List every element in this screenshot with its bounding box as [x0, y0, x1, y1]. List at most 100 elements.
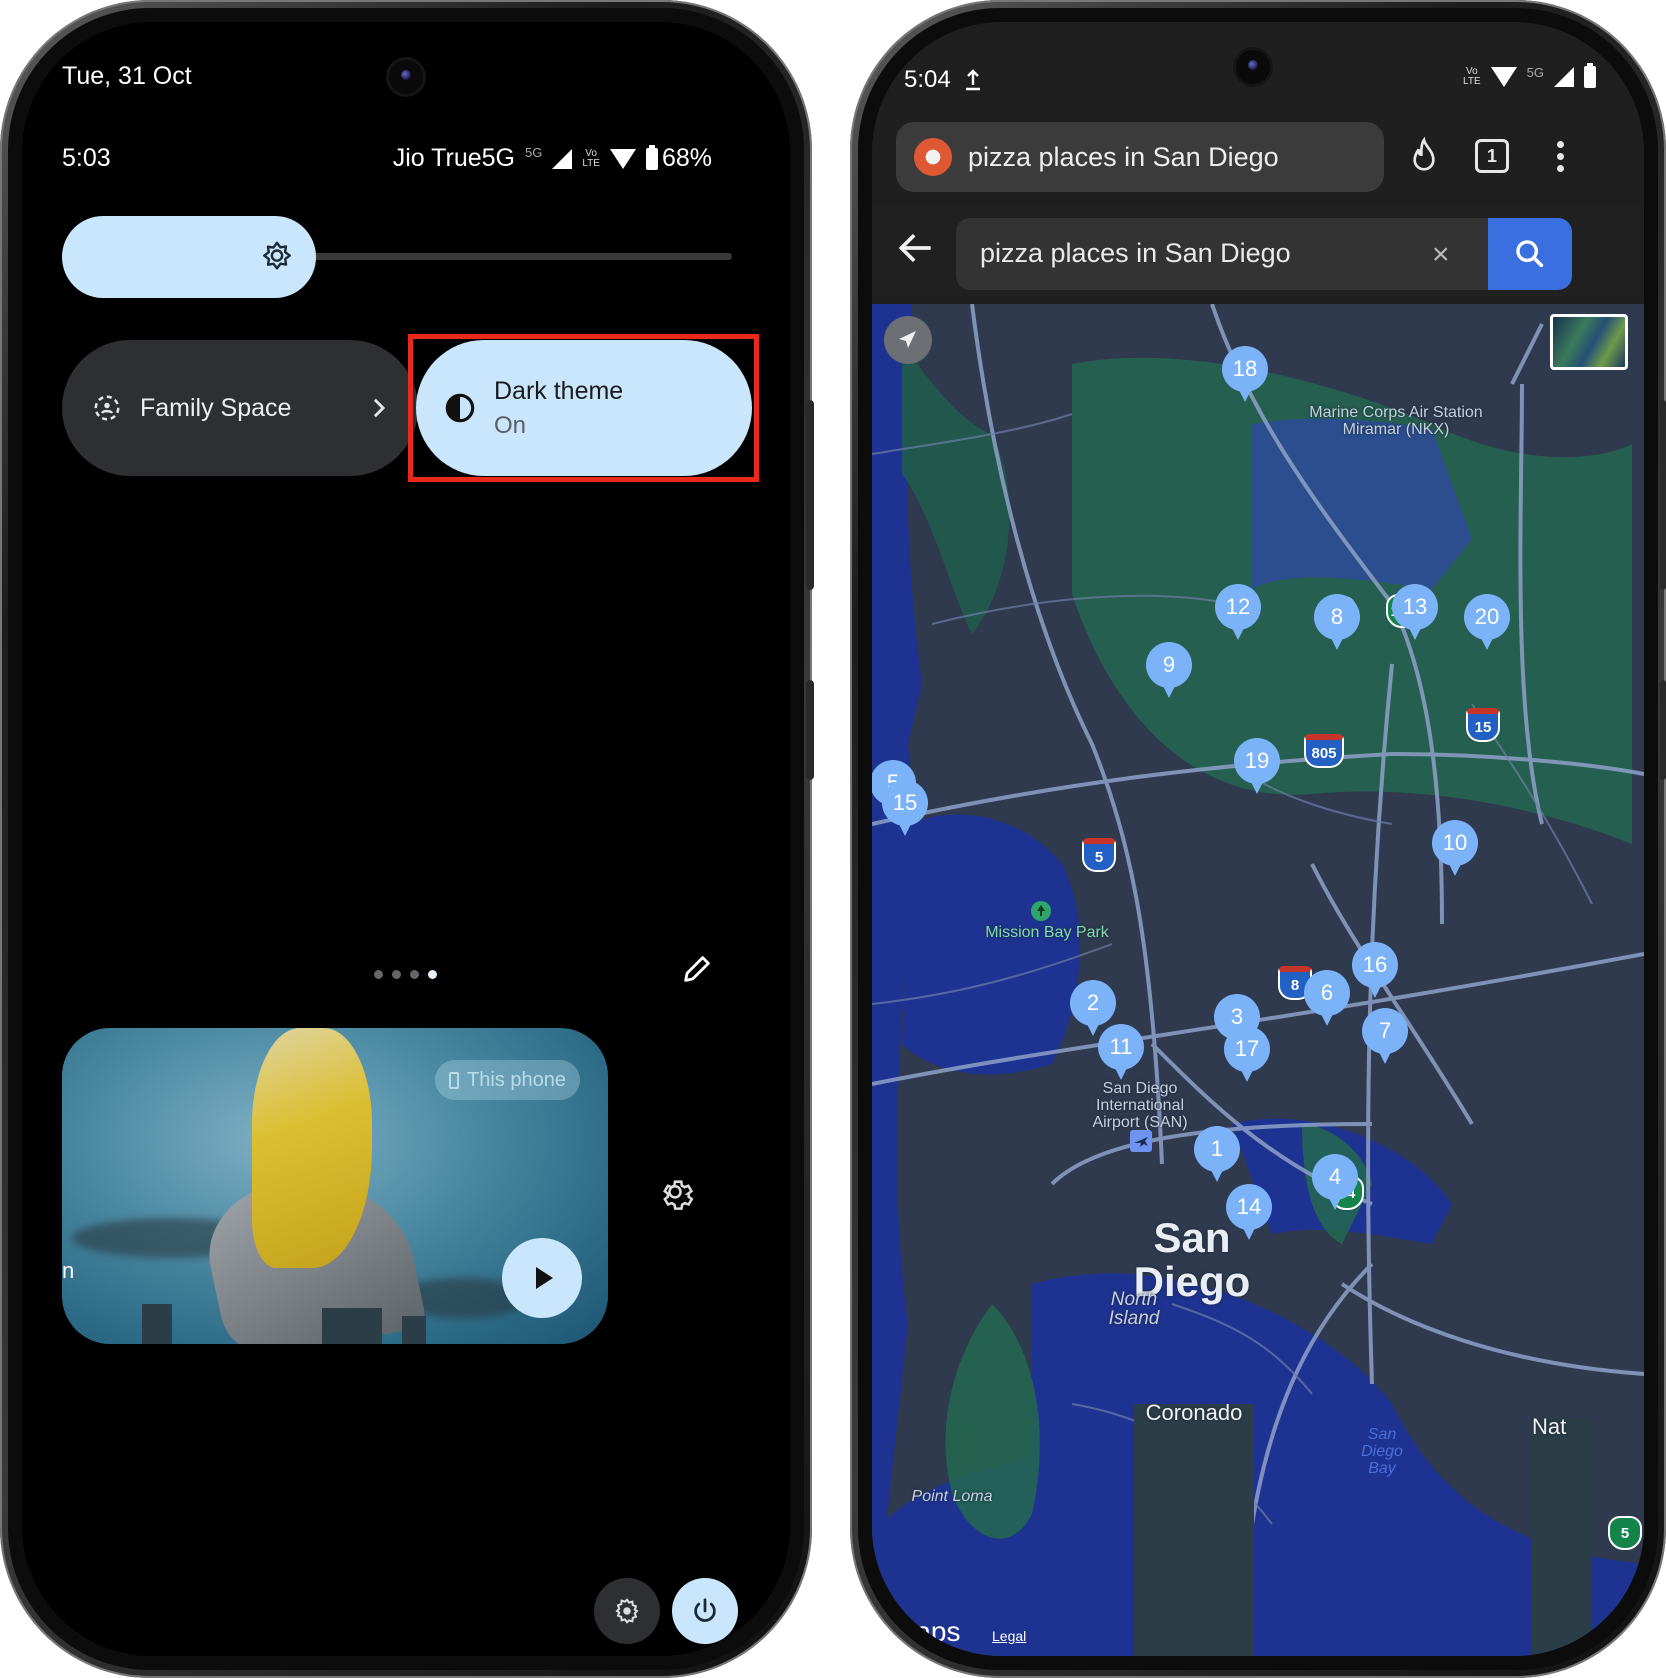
media-player-card[interactable]: n This phone	[62, 1028, 608, 1344]
kebab-menu-icon	[1556, 140, 1564, 172]
status-time: 5:04	[904, 66, 951, 93]
fire-icon	[1413, 137, 1435, 171]
annotation-highlight-box	[408, 334, 759, 482]
chevron-right-icon	[373, 398, 386, 418]
legal-link[interactable]: Legal	[992, 1628, 1026, 1644]
power-icon	[694, 1598, 716, 1622]
map-result-pin[interactable]: 20	[1464, 594, 1510, 650]
my-location-button[interactable]	[884, 316, 932, 364]
map-result-pin[interactable]: 9	[1146, 642, 1192, 698]
front-camera	[389, 60, 423, 94]
map-label-miramar: Marine Corps Air Station Miramar (NKX)	[1309, 404, 1483, 438]
airport-icon	[1130, 1130, 1152, 1152]
tabs-button[interactable]: 1	[1470, 134, 1514, 178]
map-view[interactable]: Marine Corps Air Station Miramar (NKX) M…	[872, 304, 1644, 1656]
signal-icon	[1554, 67, 1574, 87]
map-result-pin[interactable]: 13	[1392, 584, 1438, 640]
map-background	[872, 304, 1644, 1656]
page-dot	[410, 970, 419, 979]
map-result-pin[interactable]: 6	[1304, 970, 1350, 1026]
map-layers-globe-button[interactable]	[1550, 314, 1628, 370]
right-phone-side-button	[1660, 400, 1666, 590]
family-space-icon	[94, 395, 120, 421]
map-result-pin[interactable]: 19	[1234, 738, 1280, 794]
fire-button[interactable]	[1402, 134, 1446, 178]
map-result-pin[interactable]: 14	[1226, 1184, 1272, 1240]
front-camera	[1236, 50, 1270, 84]
battery-icon	[1584, 63, 1596, 88]
upload-icon	[965, 69, 980, 91]
search-query: pizza places in San Diego	[980, 238, 1291, 268]
address-text: pizza places in San Diego	[968, 141, 1279, 172]
map-label-point-loma: Point Loma	[911, 1488, 993, 1505]
settings-button[interactable]	[594, 1578, 660, 1644]
status-bar-icons: Vo LTE 5G	[1463, 63, 1596, 88]
right-phone-side-button	[1660, 680, 1666, 780]
map-result-pin[interactable]: 11	[1098, 1024, 1144, 1080]
map-result-pin[interactable]: 2	[1070, 980, 1116, 1036]
phone-icon	[449, 1071, 460, 1089]
volte-icon: Vo LTE	[582, 147, 600, 169]
media-artwork	[142, 1304, 172, 1344]
search-button[interactable]	[1488, 218, 1572, 290]
duckduckgo-logo-icon	[914, 138, 952, 176]
status-bar-icons: Jio True5G 5G Vo LTE 68%	[393, 144, 712, 173]
browser-maps-screen: 5:04 Vo LTE 5G pizza places in San Diego …	[872, 22, 1644, 1656]
media-title-fragment: n	[62, 1258, 75, 1283]
network-type: 5G	[525, 145, 543, 160]
page-indicator	[374, 970, 437, 979]
signal-icon	[552, 148, 573, 169]
page-dot	[392, 970, 401, 979]
map-result-pin[interactable]: 8	[1314, 594, 1360, 650]
status-time: 5:03	[62, 144, 111, 172]
edit-pencil-icon[interactable]	[680, 952, 714, 986]
map-label-airport: San Diego International Airport (SAN)	[1092, 1080, 1188, 1131]
map-label-mission-bay-park: Mission Bay Park	[985, 924, 1109, 941]
carrier-name: Jio True5G	[392, 144, 515, 172]
map-result-pin[interactable]: 17	[1224, 1026, 1270, 1082]
maps-search-input[interactable]: pizza places in San Diego ×	[956, 218, 1572, 290]
play-icon	[535, 1267, 553, 1289]
map-result-pin[interactable]: 16	[1352, 942, 1398, 998]
map-result-pin[interactable]: 15	[882, 780, 928, 836]
media-settings-gear-icon[interactable]	[656, 1176, 694, 1214]
map-result-pin[interactable]: 10	[1432, 820, 1478, 876]
quick-settings-screen: Tue, 31 Oct 5:03 Jio True5G 5G Vo LTE 68%…	[22, 22, 790, 1656]
map-result-pin[interactable]: 12	[1215, 584, 1261, 640]
map-result-pin[interactable]: 1	[1194, 1126, 1240, 1182]
clear-search-icon[interactable]: ×	[1432, 238, 1450, 272]
brightness-icon	[263, 241, 291, 270]
play-button[interactable]	[502, 1238, 582, 1318]
battery-icon	[645, 144, 658, 170]
map-result-pin[interactable]: 4	[1312, 1154, 1358, 1210]
maps-search-row: pizza places in San Diego ×	[872, 204, 1644, 298]
browser-address-bar[interactable]: pizza places in San Diego	[896, 122, 1384, 192]
media-artwork	[322, 1308, 382, 1344]
wifi-icon	[1490, 67, 1517, 87]
battery-percent: 68%	[661, 144, 712, 172]
map-label-coronado: Coronado	[1134, 1402, 1254, 1656]
tile-family-space[interactable]: Family Space	[62, 340, 418, 476]
interstate-shield: 15	[1466, 708, 1500, 742]
left-phone-side-button	[806, 680, 814, 780]
brightness-slider[interactable]	[62, 216, 316, 298]
interstate-shield: 805	[1304, 734, 1344, 768]
map-label-north-island: North Island	[1108, 1289, 1160, 1329]
park-tree-icon	[1031, 901, 1051, 921]
output-device-chip[interactable]: This phone	[435, 1060, 580, 1100]
map-result-pin[interactable]: 18	[1222, 346, 1268, 402]
media-artwork	[402, 1316, 426, 1344]
navigation-arrow-icon	[899, 331, 916, 348]
output-device-label: This phone	[467, 1068, 566, 1091]
back-arrow-icon[interactable]	[894, 226, 938, 270]
brightness-slider-track[interactable]	[292, 253, 732, 260]
power-menu-button[interactable]	[672, 1578, 738, 1644]
page-dot-active	[428, 970, 437, 979]
tile-label: Family Space	[140, 393, 292, 422]
gear-icon	[615, 1598, 639, 1624]
map-label-san-diego-bay: San Diego Bay	[1361, 1426, 1403, 1477]
browser-menu-button[interactable]	[1538, 134, 1582, 178]
map-result-pin[interactable]: 7	[1362, 1008, 1408, 1064]
search-icon	[1516, 240, 1544, 268]
tab-count: 1	[1475, 139, 1509, 173]
